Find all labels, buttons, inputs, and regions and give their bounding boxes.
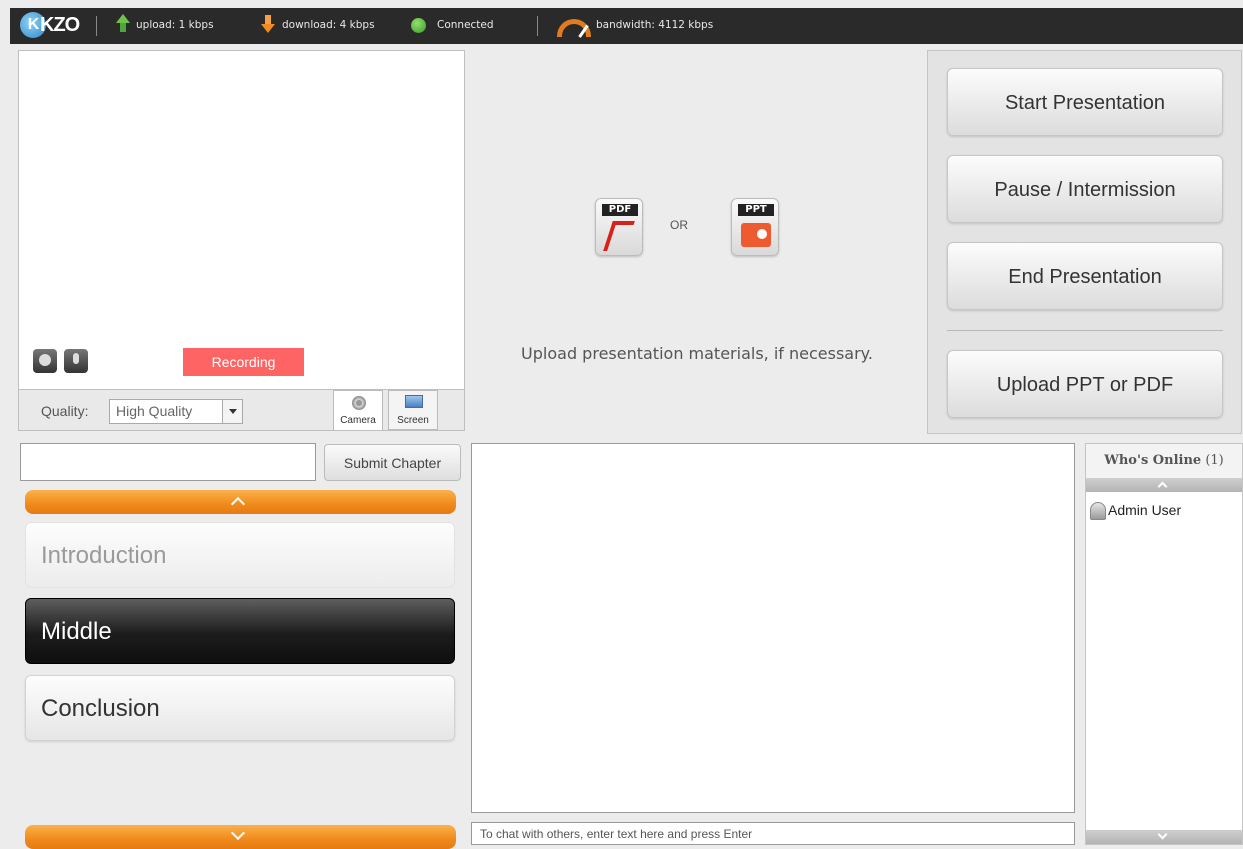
connection-status: Connected [437, 19, 494, 31]
chapters-scroll-down-button[interactable] [25, 825, 456, 849]
online-scroll-up-button[interactable] [1086, 478, 1242, 492]
end-presentation-button[interactable]: End Presentation [947, 242, 1223, 310]
monitor-icon [405, 395, 423, 408]
video-preview [18, 50, 465, 390]
bandwidth-rate: bandwidth: 4112 kbps [596, 19, 714, 31]
recording-indicator[interactable]: Recording [183, 348, 304, 376]
chapter-item-conclusion[interactable]: Conclusion [25, 675, 455, 741]
chevron-up-icon [230, 496, 246, 512]
or-text: OR [670, 218, 688, 232]
chevron-down-icon [230, 825, 246, 841]
chevron-down-icon[interactable] [222, 400, 242, 423]
chapter-name-input[interactable] [20, 443, 316, 481]
camera-icon [352, 396, 366, 410]
divider [96, 16, 97, 36]
user-icon [1090, 502, 1106, 521]
chevron-up-icon [1157, 481, 1168, 492]
tab-camera[interactable]: Camera [333, 390, 383, 430]
submit-chapter-button[interactable]: Submit Chapter [324, 444, 461, 481]
chapter-item-middle[interactable]: Middle [25, 598, 455, 664]
tab-screen[interactable]: Screen [388, 390, 438, 430]
pause-intermission-button[interactable]: Pause / Intermission [947, 155, 1223, 223]
microphone-toggle-button[interactable] [64, 349, 88, 373]
online-scroll-down-button[interactable] [1086, 829, 1242, 844]
presentation-controls-panel: Start Presentation Pause / Intermission … [927, 50, 1242, 434]
whos-online-header: Who's Online (1) [1086, 444, 1242, 478]
chat-messages-area [471, 443, 1075, 813]
chapters-scroll-up-button[interactable] [25, 490, 456, 514]
chat-input[interactable]: To chat with others, enter text here and… [471, 822, 1075, 845]
online-user-row[interactable]: Admin User [1090, 502, 1182, 521]
quality-select[interactable]: High Quality [109, 399, 243, 424]
upload-arrow-icon [116, 14, 130, 32]
video-settings-bar: Quality: High Quality Camera Screen [18, 389, 465, 431]
online-count: (1) [1205, 453, 1224, 468]
microphone-icon [73, 353, 79, 364]
chevron-down-icon [1157, 829, 1168, 840]
upload-rate: upload: 1 kbps [136, 19, 214, 31]
tab-screen-label: Screen [397, 415, 429, 426]
ppt-file-icon: PPT [731, 198, 779, 256]
pdf-file-icon: PDF [595, 198, 643, 256]
download-rate: download: 4 kbps [282, 19, 375, 31]
whos-online-title: Who's Online [1104, 453, 1202, 468]
divider [537, 16, 538, 36]
quality-label: Quality: [41, 403, 89, 419]
top-status-bar: KKZO upload: 1 kbps download: 4 kbps Con… [10, 8, 1243, 44]
whos-online-panel: Who's Online (1) Admin User [1085, 443, 1243, 845]
webcam-toggle-button[interactable] [33, 349, 57, 373]
chapter-item-introduction[interactable]: Introduction [25, 522, 455, 588]
connected-status-icon [411, 18, 426, 33]
kzo-logo: KKZO [20, 12, 92, 40]
start-presentation-button[interactable]: Start Presentation [947, 68, 1223, 136]
divider [947, 330, 1223, 331]
quality-selected-value: High Quality [116, 403, 193, 419]
online-user-name: Admin User [1108, 502, 1182, 518]
upload-hint-text: Upload presentation materials, if necess… [521, 344, 873, 363]
tab-camera-label: Camera [340, 415, 376, 426]
upload-ppt-pdf-button[interactable]: Upload PPT or PDF [947, 350, 1223, 418]
download-arrow-icon [261, 15, 275, 33]
webcam-icon [39, 354, 51, 366]
